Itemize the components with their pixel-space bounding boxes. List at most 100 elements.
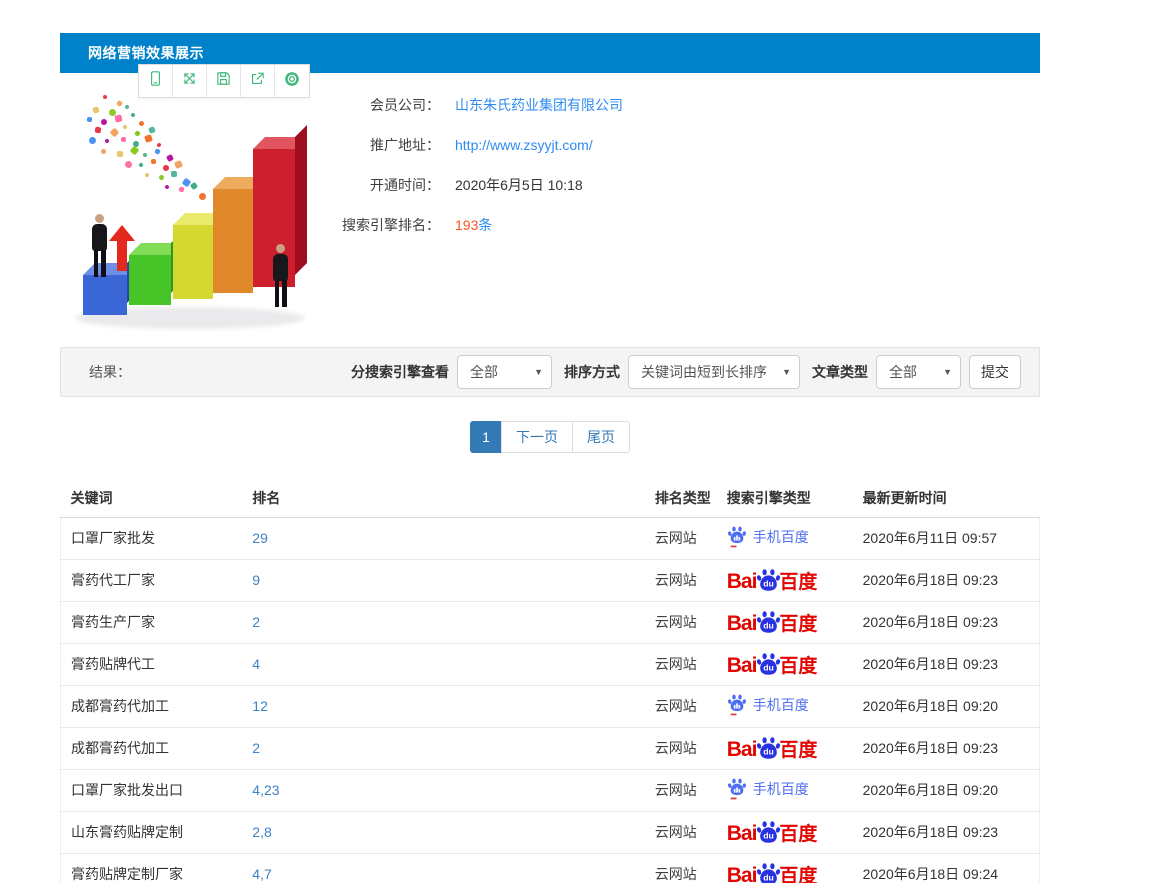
keyword-cell: 成都膏药代加工 [60, 727, 253, 770]
table-row: 膏药生产厂家 2 云网站 手机百度 Bai [60, 601, 1040, 644]
page: 网络营销效果展示 会员公司： 山东朱氏药业集团有限公司 推广地址： http:/… [0, 0, 1161, 883]
rank-link[interactable]: 4 [252, 656, 260, 672]
svg-text:du: du [764, 746, 775, 756]
rank-link[interactable]: 2 [252, 614, 260, 630]
rank-cell: 9 [252, 559, 655, 602]
engine-rank-value: 193条 [455, 215, 492, 235]
rank-link[interactable]: 2 [252, 740, 260, 756]
save-icon [215, 70, 232, 92]
baidu-paw-icon: du [757, 821, 781, 843]
mobile-view-button[interactable] [139, 65, 173, 97]
next-page-button[interactable]: 下一页 [501, 421, 573, 453]
baidu-logo: Bai du 百度 [726, 611, 818, 635]
company-link[interactable]: 山东朱氏药业集团有限公司 [455, 95, 623, 115]
updated-cell: 2020年6月18日 09:20 [862, 769, 1040, 812]
pagination: 1 下一页 尾页 [60, 421, 1040, 453]
filter-bar: 结果： 分搜索引擎查看 全部 ▼ 排序方式 关键词由短到长排序 ▼ 文章类型 全… [60, 347, 1040, 397]
rank-cell: 4 [252, 643, 655, 686]
table-row: 膏药贴牌定制厂家 4,7 云网站 手机百度 B [60, 853, 1040, 883]
rank-link[interactable]: 2,8 [252, 824, 271, 840]
baidu-logo: Bai du 百度 [726, 653, 818, 677]
rank-cell: 29 [252, 517, 655, 560]
baidu-logo: Bai du 百度 [726, 569, 818, 593]
growth-chart-illustration [65, 93, 315, 333]
keyword-cell: 山东膏药贴牌定制 [60, 811, 253, 854]
table-row: 口罩厂家批发出口 4,23 云网站 手机百度 2020年6月18日 09:20 [60, 769, 1040, 812]
bar-green [129, 231, 183, 305]
keyword-cell: 膏药贴牌代工 [60, 643, 253, 686]
updated-cell: 2020年6月18日 09:23 [862, 559, 1040, 602]
table-header-row: 关键词 排名 排名类型 搜索引擎类型 最新更新时间 [60, 479, 1040, 518]
baidu-paw-icon: du [757, 653, 781, 675]
chevron-down-icon: ▼ [782, 367, 791, 377]
keyword-cell: 成都膏药代加工 [60, 685, 253, 728]
table-row: 成都膏药代加工 2 云网站 手机百度 Bai [60, 727, 1040, 770]
filter-controls: 分搜索引擎查看 全部 ▼ 排序方式 关键词由短到长排序 ▼ 文章类型 全部 ▼ … [347, 355, 1021, 389]
bar-orange [213, 165, 265, 293]
share-button[interactable] [241, 65, 275, 97]
col-engine-type: 搜索引擎类型 [726, 479, 863, 518]
baidu-logo: Bai du 百度 [726, 737, 818, 761]
rank-link[interactable]: 4,7 [252, 866, 271, 882]
engine-cell: 手机百度 Bai du 百度 [726, 811, 863, 854]
rank-link[interactable]: 4,23 [252, 782, 279, 798]
gear-icon [283, 70, 301, 93]
article-type-label: 文章类型 [812, 364, 868, 380]
businessman-left [92, 214, 107, 277]
results-table: 关键词 排名 排名类型 搜索引擎类型 最新更新时间 口罩厂家批发 29 云网站 [60, 479, 1040, 883]
rank-type-cell: 云网站 [654, 811, 727, 854]
fullscreen-button[interactable] [173, 65, 207, 97]
svg-text:du: du [764, 830, 775, 840]
keyword-cell: 膏药生产厂家 [60, 601, 253, 644]
updated-cell: 2020年6月18日 09:20 [862, 685, 1040, 728]
baidu-paw-icon [727, 526, 746, 548]
hero-section: 会员公司： 山东朱氏药业集团有限公司 推广地址： http://www.zsyy… [60, 73, 1040, 347]
article-type-select[interactable]: 全部 ▼ [876, 355, 961, 389]
table-row: 口罩厂家批发 29 云网站 手机百度 Bai [60, 517, 1040, 560]
keyword-cell: 膏药贴牌定制厂家 [60, 853, 253, 883]
baidu-logo: Bai du 百度 [726, 821, 818, 845]
keyword-cell: 口罩厂家批发 [60, 517, 253, 560]
updated-cell: 2020年6月18日 09:23 [862, 811, 1040, 854]
table-row: 山东膏药贴牌定制 2,8 云网站 手机百度 B [60, 811, 1040, 854]
table-row: 膏药贴牌代工 4 云网站 手机百度 Bai [60, 643, 1040, 686]
col-keyword: 关键词 [60, 479, 253, 518]
svg-text:du: du [764, 872, 775, 882]
rank-type-cell: 云网站 [654, 769, 727, 812]
svg-text:du: du [764, 620, 775, 630]
baidu-paw-icon: du [757, 737, 781, 759]
toolbar [138, 64, 310, 98]
col-rank-type: 排名类型 [654, 479, 727, 518]
submit-button[interactable]: 提交 [969, 355, 1021, 389]
sort-select[interactable]: 关键词由短到长排序 ▼ [628, 355, 800, 389]
rank-cell: 2,8 [252, 811, 655, 854]
bar-blue [83, 251, 139, 315]
chevron-down-icon: ▼ [943, 367, 952, 377]
save-button[interactable] [207, 65, 241, 97]
updated-cell: 2020年6月18日 09:23 [862, 727, 1040, 770]
engine-cell: 手机百度 Bai du 百度 [726, 601, 863, 644]
rank-link[interactable]: 9 [252, 572, 260, 588]
baidu-paw-icon: du [757, 863, 781, 883]
page-1-button[interactable]: 1 [470, 421, 502, 453]
rank-type-cell: 云网站 [654, 685, 727, 728]
engine-filter-select[interactable]: 全部 ▼ [457, 355, 552, 389]
rank-type-cell: 云网站 [654, 727, 727, 770]
rank-type-cell: 云网站 [654, 517, 727, 560]
businessman-right [273, 244, 288, 307]
rank-link[interactable]: 29 [252, 530, 268, 546]
rank-link[interactable]: 12 [252, 698, 268, 714]
engine-cell: 手机百度 Bai du 百度 [726, 559, 863, 602]
svg-text:du: du [764, 578, 775, 588]
promo-url-link[interactable]: http://www.zsyyjt.com/ [455, 137, 593, 153]
settings-button[interactable] [275, 65, 309, 97]
keyword-cell: 口罩厂家批发出口 [60, 769, 253, 812]
rank-cell: 2 [252, 727, 655, 770]
last-page-button[interactable]: 尾页 [572, 421, 630, 453]
engine-cell: 手机百度 Bai du 百度 [726, 853, 863, 883]
engine-cell: 手机百度 Bai du 百度 [726, 643, 863, 686]
rank-count: 193 [455, 217, 479, 233]
engine-filter-value: 全部 [470, 364, 498, 380]
updated-cell: 2020年6月11日 09:57 [862, 517, 1040, 560]
engine-cell: 手机百度 Bai du 百度 [726, 685, 863, 728]
